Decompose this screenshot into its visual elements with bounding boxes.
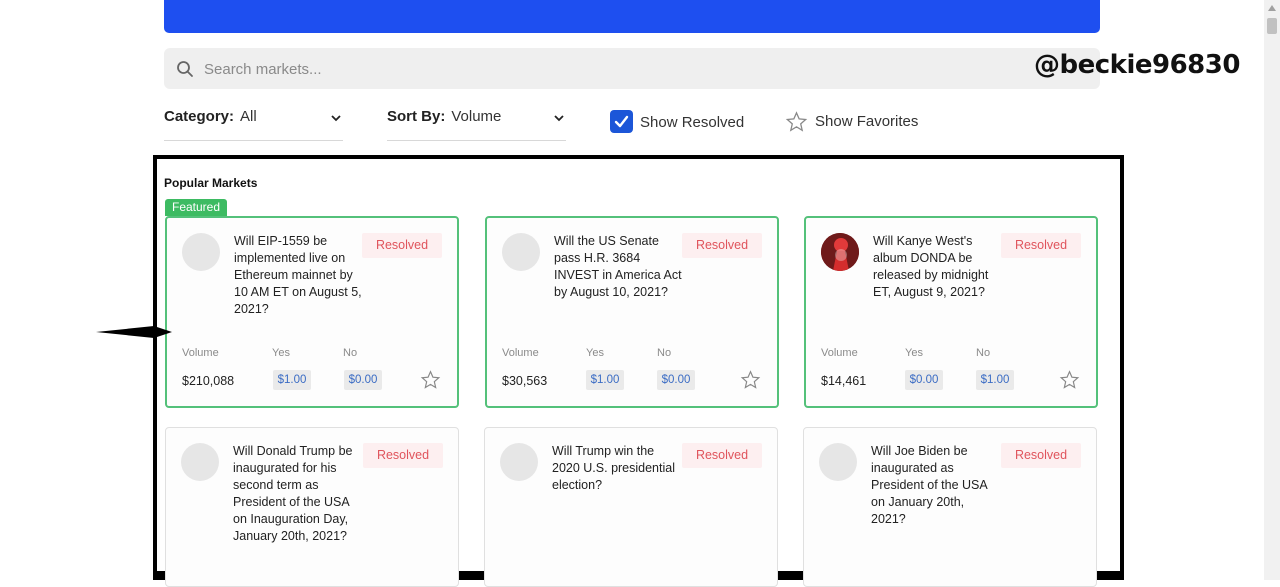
no-price-button[interactable]: $1.00	[976, 370, 1014, 390]
checkmark-icon	[614, 115, 629, 128]
market-question[interactable]: Will Trump win the 2020 U.S. presidentia…	[552, 443, 680, 494]
show-favorites-label[interactable]: Show Favorites	[815, 113, 918, 130]
resolved-badge: Resolved	[682, 233, 762, 258]
header-banner	[164, 0, 1100, 33]
resolved-badge: Resolved	[682, 443, 762, 468]
yes-price-button[interactable]: $1.00	[586, 370, 624, 390]
album-cover-icon	[821, 233, 859, 271]
category-value: All	[240, 108, 257, 125]
resolved-badge: Resolved	[1001, 233, 1081, 258]
no-label: No	[343, 347, 358, 359]
yes-price-button[interactable]: $1.00	[273, 370, 311, 390]
market-question[interactable]: Will Donald Trump be inaugurated for his…	[233, 443, 361, 545]
category-label: Category:	[164, 108, 235, 125]
favorite-star-icon[interactable]	[740, 370, 761, 390]
market-card[interactable]: Will Kanye West's album DONDA be release…	[804, 216, 1098, 408]
market-avatar	[819, 443, 857, 481]
sort-dropdown[interactable]: Sort By: Volume	[387, 108, 566, 141]
search-input[interactable]	[202, 48, 1086, 91]
no-label: No	[976, 347, 991, 359]
market-question[interactable]: Will Kanye West's album DONDA be release…	[873, 233, 1001, 301]
market-question[interactable]: Will the US Senate pass H.R. 3684 INVEST…	[554, 233, 682, 301]
search-icon	[177, 61, 193, 77]
market-avatar	[502, 233, 540, 271]
market-card[interactable]: Will Trump win the 2020 U.S. presidentia…	[484, 427, 778, 587]
no-price-button[interactable]: $0.00	[657, 370, 695, 390]
market-avatar	[182, 233, 220, 271]
resolved-badge: Resolved	[362, 233, 442, 258]
sort-value: Volume	[451, 108, 502, 125]
market-card[interactable]: Will Donald Trump be inaugurated for his…	[165, 427, 459, 587]
market-avatar	[181, 443, 219, 481]
sort-label: Sort By:	[387, 108, 446, 125]
no-price-button[interactable]: $0.00	[344, 370, 382, 390]
market-card[interactable]: Will EIP-1559 be implemented live on Eth…	[165, 216, 459, 408]
resolved-badge: Resolved	[1001, 443, 1081, 468]
yes-label: Yes	[905, 347, 923, 359]
section-title: Popular Markets	[164, 176, 258, 190]
favorites-star-icon[interactable]	[785, 111, 808, 133]
featured-badge: Featured	[165, 199, 228, 216]
market-card[interactable]: Will the US Senate pass H.R. 3684 INVEST…	[485, 216, 779, 408]
market-avatar	[500, 443, 538, 481]
arrow-pointer-icon	[96, 326, 172, 338]
chevron-down-icon	[331, 115, 341, 122]
username-watermark: @beckie96830	[1034, 50, 1240, 80]
volume-label: Volume	[182, 347, 219, 359]
category-dropdown[interactable]: Category: All	[164, 108, 343, 141]
album-art-avatar	[821, 233, 859, 271]
volume-value: $14,461	[821, 374, 867, 388]
market-question[interactable]: Will EIP-1559 be implemented live on Eth…	[234, 233, 362, 318]
search-bar[interactable]	[164, 48, 1100, 91]
market-question[interactable]: Will Joe Biden be inaugurated as Preside…	[871, 443, 999, 528]
scroll-thumb[interactable]	[1267, 18, 1277, 34]
show-resolved-checkbox[interactable]	[610, 110, 633, 133]
show-resolved-label[interactable]: Show Resolved	[640, 114, 744, 131]
page-scrollbar[interactable]	[1264, 0, 1280, 580]
no-label: No	[657, 347, 672, 359]
chevron-down-icon	[554, 115, 564, 122]
volume-value: $210,088	[182, 374, 235, 388]
yes-price-button[interactable]: $0.00	[905, 370, 943, 390]
resolved-badge: Resolved	[363, 443, 443, 468]
volume-label: Volume	[821, 347, 858, 359]
market-card[interactable]: Will Joe Biden be inaugurated as Preside…	[803, 427, 1097, 587]
scroll-up-arrow-icon[interactable]	[1268, 5, 1276, 11]
yes-label: Yes	[586, 347, 604, 359]
volume-label: Volume	[502, 347, 539, 359]
favorite-star-icon[interactable]	[1059, 370, 1080, 390]
yes-label: Yes	[272, 347, 290, 359]
volume-value: $30,563	[502, 374, 548, 388]
favorite-star-icon[interactable]	[420, 370, 441, 390]
